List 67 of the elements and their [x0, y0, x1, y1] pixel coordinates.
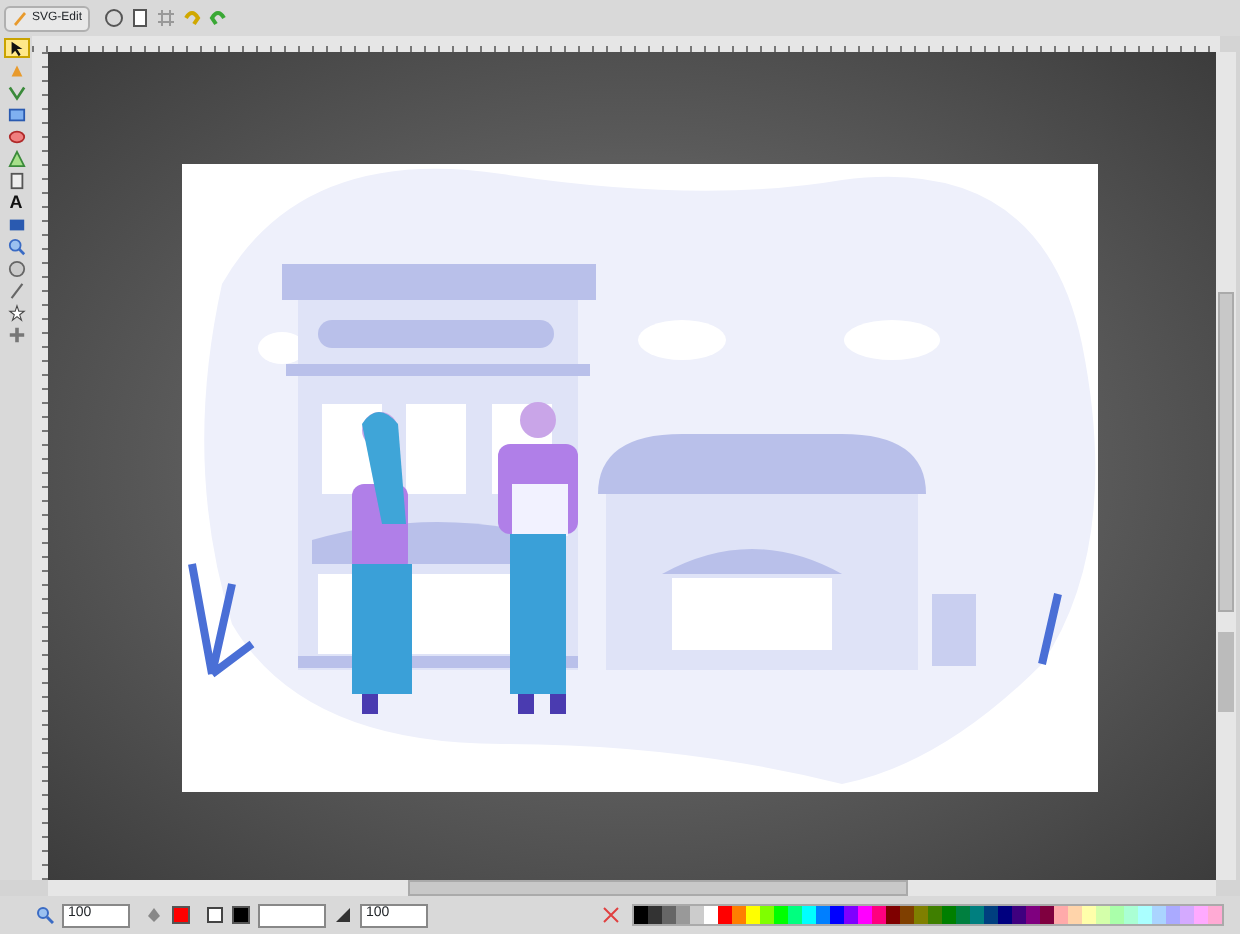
palette-swatch[interactable] — [788, 906, 802, 924]
palette-swatch[interactable] — [704, 906, 718, 924]
palette-swatch[interactable] — [816, 906, 830, 924]
palette-swatch[interactable] — [1026, 906, 1040, 924]
stroke-icon — [206, 906, 224, 924]
opacity-icon — [334, 906, 352, 924]
palette-swatch[interactable] — [956, 906, 970, 924]
palette-swatch[interactable] — [1040, 906, 1054, 924]
palette-swatch[interactable] — [662, 906, 676, 924]
palette-swatch[interactable] — [760, 906, 774, 924]
palette-swatch[interactable] — [774, 906, 788, 924]
palette-swatch[interactable] — [1138, 906, 1152, 924]
palette-swatch[interactable] — [844, 906, 858, 924]
palette-swatch[interactable] — [1166, 906, 1180, 924]
palette-swatch[interactable] — [676, 906, 690, 924]
palette-swatch[interactable] — [942, 906, 956, 924]
no-color-icon[interactable] — [602, 906, 620, 924]
zoom-icon — [36, 906, 54, 924]
palette-swatch[interactable] — [970, 906, 984, 924]
text-tool-button[interactable]: A — [3, 192, 29, 212]
star-tool-button[interactable] — [3, 302, 29, 322]
palette-swatch[interactable] — [746, 906, 760, 924]
vertical-scrollbar[interactable] — [1216, 52, 1236, 880]
polygon-tool-button[interactable] — [3, 148, 29, 168]
logo-icon — [12, 10, 28, 26]
horizontal-scrollbar[interactable] — [48, 880, 1216, 896]
layers-panel-handle[interactable] — [1218, 632, 1234, 712]
palette-swatch[interactable] — [984, 906, 998, 924]
palette-swatch[interactable] — [1054, 906, 1068, 924]
palette-swatch[interactable] — [1208, 906, 1222, 924]
palette-swatch[interactable] — [1110, 906, 1124, 924]
rectangle-tool-button[interactable] — [3, 104, 29, 124]
palette-swatch[interactable] — [1082, 906, 1096, 924]
palette-swatch[interactable] — [718, 906, 732, 924]
pen-tool-button[interactable] — [3, 82, 29, 102]
undo-button[interactable] — [180, 6, 205, 30]
circle-tool-button[interactable] — [3, 258, 29, 278]
palette-swatch[interactable] — [690, 906, 704, 924]
ellipse-tool-button[interactable] — [3, 126, 29, 146]
palette-swatch[interactable] — [1194, 906, 1208, 924]
palette-swatch[interactable] — [998, 906, 1012, 924]
palette-swatch[interactable] — [1068, 906, 1082, 924]
palette-swatch[interactable] — [634, 906, 648, 924]
palette-swatch[interactable] — [900, 906, 914, 924]
palette-swatch[interactable] — [830, 906, 844, 924]
palette-swatch[interactable] — [802, 906, 816, 924]
wireframe-button[interactable] — [102, 6, 127, 30]
palette-swatch[interactable] — [1152, 906, 1166, 924]
redo-button[interactable] — [206, 6, 231, 30]
select-tool-button[interactable] — [3, 38, 29, 58]
palette-swatch[interactable] — [1096, 906, 1110, 924]
stroke-width-field[interactable] — [258, 903, 326, 927]
fill-icon — [146, 906, 164, 924]
docprops-button[interactable] — [128, 6, 153, 30]
palette-swatch[interactable] — [732, 906, 746, 924]
palette-swatch[interactable] — [1124, 906, 1138, 924]
stroke-color-swatch[interactable] — [232, 906, 250, 924]
zoom-tool-button[interactable] — [3, 236, 29, 256]
palette-swatch[interactable] — [648, 906, 662, 924]
palette-swatch[interactable] — [928, 906, 942, 924]
palette-swatch[interactable] — [858, 906, 872, 924]
palette-swatch[interactable] — [872, 906, 886, 924]
palette-swatch[interactable] — [1012, 906, 1026, 924]
fill-color-swatch[interactable] — [172, 906, 190, 924]
palette-swatch[interactable] — [886, 906, 900, 924]
palette-swatch[interactable] — [914, 906, 928, 924]
palette-swatch[interactable] — [1180, 906, 1194, 924]
